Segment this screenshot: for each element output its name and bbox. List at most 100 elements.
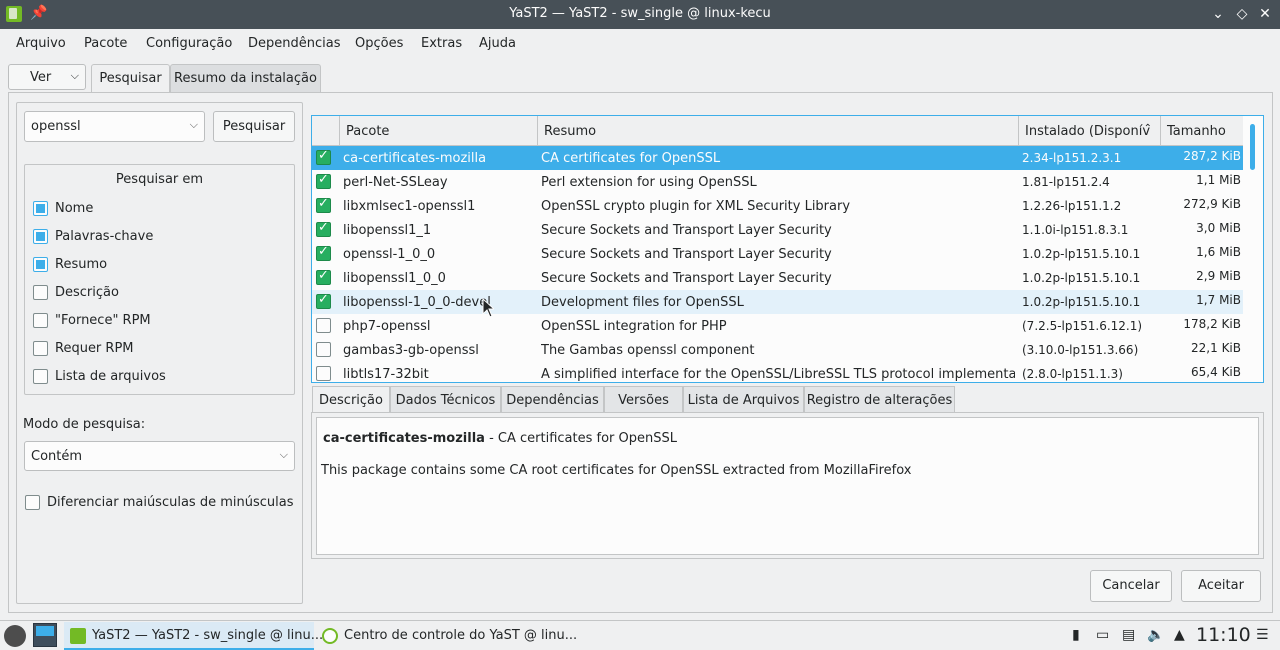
menu-opcoes[interactable]: Opções — [355, 36, 403, 51]
column-pacote[interactable]: Pacote — [340, 116, 538, 146]
package-name: openssl-1_0_0 — [343, 247, 436, 262]
menu-pacote[interactable]: Pacote — [84, 36, 127, 51]
search-input[interactable]: openssl ⌵ — [24, 111, 205, 142]
tab-registro-alteracoes-label: Registro de alterações — [806, 393, 953, 408]
description-package-name: ca-certificates-mozilla — [323, 431, 485, 446]
tab-resumo-instalacao[interactable]: Resumo da instalação — [170, 64, 321, 92]
install-status-checkbox[interactable] — [316, 318, 331, 333]
tab-lista-arquivos[interactable]: Lista de Arquivos — [683, 386, 804, 413]
install-status-checkbox[interactable] — [316, 172, 331, 189]
table-row[interactable]: php7-openssl OpenSSL integration for PHP… — [312, 314, 1243, 338]
tab-versoes[interactable]: Versões — [604, 386, 683, 413]
minimize-icon[interactable]: ⌄ — [1208, 4, 1228, 24]
table-row[interactable]: libtls17-32bit A simplified interface fo… — [312, 362, 1243, 382]
package-size: 272,9 KiB — [1183, 197, 1241, 211]
install-status-checkbox[interactable] — [316, 244, 331, 261]
search-button[interactable]: Pesquisar — [213, 111, 295, 142]
checkbox-resumo[interactable] — [33, 257, 48, 272]
table-row[interactable]: libxmlsec1-openssl1 OpenSSL crypto plugi… — [312, 194, 1243, 218]
package-version: 1.0.2p-lp151.5.10.1 — [1022, 271, 1141, 285]
menu-ajuda[interactable]: Ajuda — [479, 36, 516, 51]
table-header: Pacote Resumo Instalado (Disponív ⌃ Tama… — [312, 116, 1243, 146]
package-size: 287,2 KiB — [1183, 149, 1241, 163]
table-row[interactable]: gambas3-gb-openssl The Gambas openssl co… — [312, 338, 1243, 362]
table-row[interactable]: ca-certificates-mozilla CA certificates … — [312, 146, 1243, 170]
menu-configuracao[interactable]: Configuração — [146, 36, 232, 51]
column-resumo[interactable]: Resumo — [538, 116, 1019, 146]
tab-versoes-label: Versões — [618, 393, 669, 408]
package-name: php7-openssl — [343, 319, 431, 334]
usb-device-icon[interactable]: ▮ — [1072, 627, 1080, 643]
install-status-checkbox[interactable] — [316, 148, 331, 165]
taskbar-item-label: YaST2 — YaST2 - sw_single @ linu... — [92, 628, 324, 643]
install-status-checkbox[interactable] — [316, 196, 331, 213]
close-icon[interactable]: ✕ — [1255, 4, 1275, 24]
checkbox-nome[interactable] — [33, 201, 48, 216]
menu-arquivo[interactable]: Arquivo — [16, 36, 66, 51]
checkbox-lista-arquivos[interactable] — [33, 369, 48, 384]
desktop-pager-icon[interactable] — [33, 623, 57, 647]
tab-dados-tecnicos[interactable]: Dados Técnicos — [390, 386, 501, 413]
package-name: gambas3-gb-openssl — [343, 343, 479, 358]
package-summary: Secure Sockets and Transport Layer Secur… — [541, 271, 832, 286]
search-mode-select[interactable]: Contém ⌵ — [24, 441, 295, 471]
column-instalado[interactable]: Instalado (Disponív ⌃ — [1019, 116, 1161, 146]
tab-descricao[interactable]: Descrição — [312, 386, 390, 413]
chevron-down-icon[interactable]: ⌵ — [190, 118, 198, 132]
table-row[interactable]: libopenssl-1_0_0-devel Development files… — [312, 290, 1243, 314]
tab-dependencias[interactable]: Dependências — [501, 386, 604, 413]
table-row[interactable]: libopenssl1_0_0 Secure Sockets and Trans… — [312, 266, 1243, 290]
column-tamanho[interactable]: Tamanho — [1161, 116, 1243, 146]
menu-dependencias[interactable]: Dependências — [248, 36, 341, 51]
panel-menu-icon[interactable]: ☰ — [1256, 627, 1269, 643]
column-status[interactable] — [312, 116, 340, 146]
search-in-group: Pesquisar em — [24, 164, 295, 395]
checkbox-fornece-rpm[interactable] — [33, 313, 48, 328]
package-version: 1.0.2p-lp151.5.10.1 — [1022, 295, 1141, 309]
install-status-checkbox[interactable] — [316, 268, 331, 285]
column-pacote-label: Pacote — [346, 124, 390, 139]
tab-pesquisar[interactable]: Pesquisar — [91, 64, 170, 92]
scrollbar-thumb[interactable] — [1250, 124, 1255, 170]
install-status-checkbox[interactable] — [316, 220, 331, 237]
install-status-checkbox[interactable] — [316, 342, 331, 357]
cancel-button[interactable]: Cancelar — [1090, 570, 1172, 602]
package-name: libopenssl-1_0_0-devel — [343, 295, 491, 310]
table-scrollbar[interactable] — [1243, 116, 1263, 382]
tab-resumo-label: Resumo da instalação — [174, 71, 317, 86]
package-name: libtls17-32bit — [343, 367, 429, 382]
checkbox-palavras-chave[interactable] — [33, 229, 48, 244]
volume-icon[interactable]: 🔈 — [1147, 627, 1164, 643]
maximize-icon[interactable]: ◇ — [1232, 4, 1252, 24]
chevron-down-icon: ⌵ — [70, 69, 79, 82]
description-package-summary: - CA certificates for OpenSSL — [484, 431, 677, 446]
tab-registro-alteracoes[interactable]: Registro de alterações — [804, 386, 955, 413]
package-table[interactable]: Pacote Resumo Instalado (Disponív ⌃ Tama… — [311, 115, 1264, 383]
network-icon[interactable]: ▭ — [1096, 627, 1109, 643]
accept-button[interactable]: Aceitar — [1181, 570, 1261, 602]
package-name: ca-certificates-mozilla — [343, 151, 487, 166]
clock[interactable]: 11:10 — [1196, 624, 1251, 646]
table-row[interactable]: perl-Net-SSLeay Perl extension for using… — [312, 170, 1243, 194]
table-row[interactable]: libopenssl1_1 Secure Sockets and Transpo… — [312, 218, 1243, 242]
description-body: This package contains some CA root certi… — [321, 463, 912, 478]
checkbox-case-sensitive[interactable] — [25, 495, 40, 510]
taskbar-item-yast-sw-single[interactable]: YaST2 — YaST2 - sw_single @ linu... — [64, 622, 323, 650]
taskbar-item-yast-control-center[interactable]: Centro de controle do YaST @ linu... — [316, 622, 577, 650]
clipboard-icon[interactable]: ▤ — [1122, 627, 1135, 643]
menu-extras[interactable]: Extras — [421, 36, 462, 51]
case-sensitive-label: Diferenciar maiúsculas de minúsculas — [47, 495, 294, 510]
search-input-value: openssl — [31, 119, 81, 134]
application-launcher-icon[interactable] — [4, 625, 26, 647]
package-size: 1,7 MiB — [1196, 293, 1241, 307]
table-row[interactable]: openssl-1_0_0 Secure Sockets and Transpo… — [312, 242, 1243, 266]
window-title: YaST2 — YaST2 - sw_single @ linux-kecu — [509, 6, 771, 21]
install-status-checkbox[interactable] — [316, 366, 331, 381]
mouse-cursor-icon — [482, 298, 494, 318]
expand-tray-icon[interactable]: ▲ — [1174, 627, 1185, 643]
install-status-checkbox[interactable] — [316, 292, 331, 309]
view-button[interactable]: Ver ⌵ — [8, 64, 86, 90]
checkbox-descricao[interactable] — [33, 285, 48, 300]
checkbox-requer-rpm[interactable] — [33, 341, 48, 356]
option-palavras-chave-label: Palavras-chave — [55, 229, 154, 244]
